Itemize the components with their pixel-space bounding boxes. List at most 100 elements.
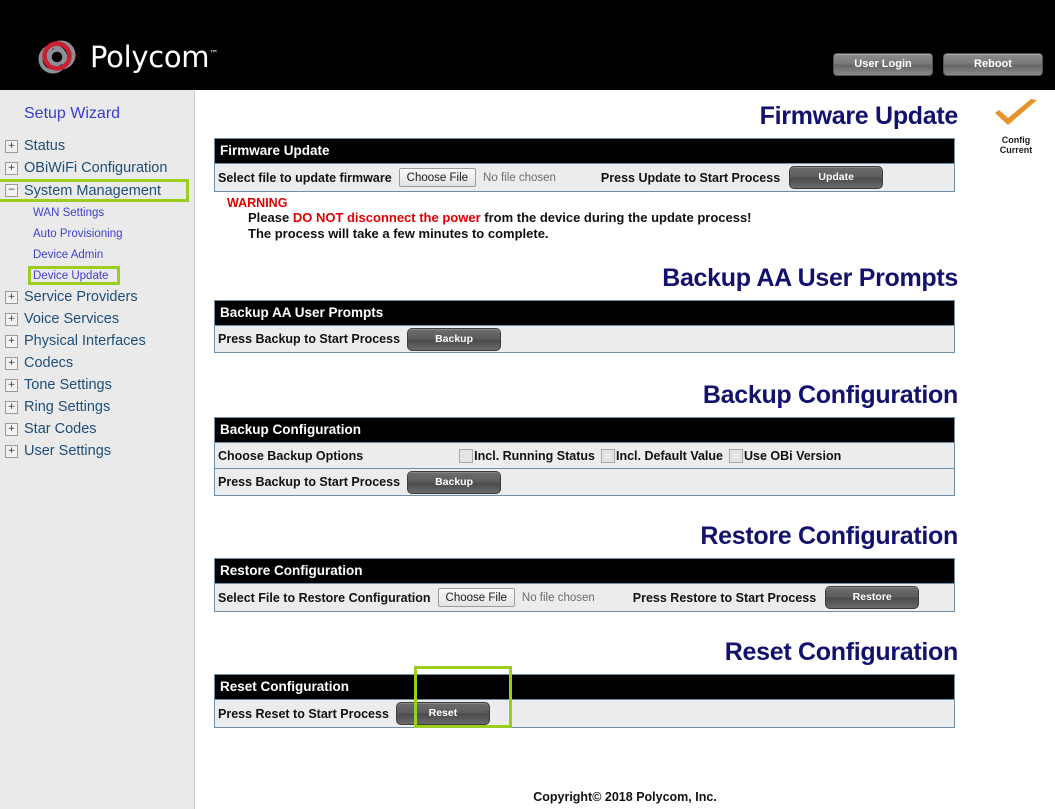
choose-file-button[interactable]: Choose File xyxy=(398,168,477,187)
press-backup-label: Press Backup to Start Process xyxy=(218,475,401,489)
reset-config-panel: Reset Configuration Press Reset to Start… xyxy=(214,666,955,728)
expand-plus-icon[interactable]: + xyxy=(5,400,18,414)
sidebar-item-physical-interfaces[interactable]: + Physical Interfaces xyxy=(0,330,194,352)
press-update-label: Press Update to Start Process xyxy=(600,170,781,185)
checkbox-use-obi-version[interactable] xyxy=(728,448,743,463)
firmware-update-panel: Firmware Update Select file to update fi… xyxy=(214,138,955,192)
section-title-reset-config: Reset Configuration xyxy=(724,638,959,666)
warning-text-emphasis: DO NOT disconnect the power xyxy=(292,210,481,225)
sidebar-item-label[interactable]: Voice Services xyxy=(24,311,119,327)
sidebar-item-wan-settings[interactable]: WAN Settings xyxy=(0,202,194,223)
brand-name: Polycom™ xyxy=(90,40,218,74)
sidebar-item-label[interactable]: User Settings xyxy=(24,443,111,459)
file-name-text: No file chosen xyxy=(521,591,595,604)
restore-file-input[interactable]: Choose File No file chosen xyxy=(437,588,595,607)
checkbox-label: Incl. Running Status xyxy=(474,448,595,463)
expand-plus-icon[interactable]: + xyxy=(5,378,18,392)
sidebar-subitem-label[interactable]: Auto Provisioning xyxy=(33,228,123,240)
sidebar-item-ring-settings[interactable]: + Ring Settings xyxy=(0,396,194,418)
sidebar-item-label[interactable]: Star Codes xyxy=(24,421,97,437)
select-file-label: Select File to Restore Configuration xyxy=(218,590,431,605)
panel-header: Reset Configuration xyxy=(215,675,954,699)
option-incl-default-value[interactable]: Incl. Default Value xyxy=(595,448,723,463)
firmware-file-input[interactable]: Choose File No file chosen xyxy=(398,168,556,187)
firmware-warning: WARNING Please DO NOT disconnect the pow… xyxy=(214,196,1055,242)
page-header: Polycom™ User Login Reboot xyxy=(0,0,1055,90)
update-button[interactable]: Update xyxy=(789,166,884,189)
sidebar-item-obiwifi-configuration[interactable]: + OBiWiFi Configuration xyxy=(0,157,194,179)
panel-header: Backup AA User Prompts xyxy=(215,301,954,325)
sidebar-item-label[interactable]: Service Providers xyxy=(24,289,138,305)
expand-plus-icon[interactable]: + xyxy=(5,290,18,304)
sidebar-nav: + Status + OBiWiFi Configuration − Syste… xyxy=(0,135,194,462)
sidebar-item-label[interactable]: Tone Settings xyxy=(24,377,112,393)
footer-copyright: Copyright© 2018 Polycom, Inc. xyxy=(533,790,717,804)
sidebar-item-label[interactable]: Ring Settings xyxy=(24,399,110,415)
expand-plus-icon[interactable]: + xyxy=(5,139,18,153)
sidebar-item-label[interactable]: OBiWiFi Configuration xyxy=(24,160,167,176)
expand-plus-icon[interactable]: + xyxy=(5,161,18,175)
sidebar-item-label[interactable]: Codecs xyxy=(24,355,73,371)
backup-config-panel: Backup Configuration Choose Backup Optio… xyxy=(214,417,955,496)
checkbox-incl-default-value[interactable] xyxy=(601,448,615,463)
reboot-button[interactable]: Reboot xyxy=(943,53,1043,76)
sidebar-item-auto-provisioning[interactable]: Auto Provisioning xyxy=(0,223,194,244)
sidebar-item-system-management[interactable]: − System Management xyxy=(0,179,194,202)
backup-config-button[interactable]: Backup xyxy=(407,470,502,494)
firmware-file-row: Select file to update firmware Choose Fi… xyxy=(215,163,954,191)
backup-options-group: Incl. Running Status Incl. Default Value… xyxy=(453,448,841,463)
page-title: Firmware Update xyxy=(759,102,959,130)
panel-header: Backup Configuration xyxy=(215,418,954,442)
option-use-obi-version[interactable]: Use OBi Version xyxy=(723,448,841,463)
expand-plus-icon[interactable]: + xyxy=(5,422,18,436)
sidebar-item-setup-wizard[interactable]: Setup Wizard xyxy=(24,105,120,123)
header-buttons: User Login Reboot xyxy=(833,53,1043,76)
sidebar-item-user-settings[interactable]: + User Settings xyxy=(0,440,194,462)
section-title-restore-config: Restore Configuration xyxy=(700,522,958,550)
sidebar-item-device-update[interactable]: Device Update xyxy=(0,265,194,286)
sidebar-item-device-admin[interactable]: Device Admin xyxy=(0,244,194,265)
backup-config-row: Press Backup to Start Process Backup xyxy=(215,468,954,495)
option-incl-running-status[interactable]: Incl. Running Status xyxy=(453,448,595,463)
sidebar-item-tone-settings[interactable]: + Tone Settings xyxy=(0,374,194,396)
warning-line-1: Please DO NOT disconnect the power from … xyxy=(214,210,1055,226)
section-backup-aa-user-prompts: Backup AA User Prompts Backup AA User Pr… xyxy=(195,242,1055,353)
expand-plus-icon[interactable]: + xyxy=(5,444,18,458)
warning-line-2: The process will take a few minutes to c… xyxy=(248,226,549,241)
sidebar-item-codecs[interactable]: + Codecs xyxy=(0,352,194,374)
trademark-symbol: ™ xyxy=(209,49,218,60)
backup-aa-row: Press Backup to Start Process Backup xyxy=(215,325,954,352)
restore-button[interactable]: Restore xyxy=(825,586,920,609)
backup-aa-panel: Backup AA User Prompts Press Backup to S… xyxy=(214,300,955,353)
backup-aa-button[interactable]: Backup xyxy=(407,327,502,351)
press-restore-label: Press Restore to Start Process xyxy=(632,590,817,605)
warning-text-c: from the device during the update proces… xyxy=(480,210,752,225)
backup-options-row: Choose Backup Options Incl. Running Stat… xyxy=(215,442,954,468)
sidebar-item-star-codes[interactable]: + Star Codes xyxy=(0,418,194,440)
sidebar-item-status[interactable]: + Status xyxy=(0,135,194,157)
section-title-backup-aa: Backup AA User Prompts xyxy=(662,264,958,292)
section-title-backup-config: Backup Configuration xyxy=(702,381,958,409)
sidebar-item-voice-services[interactable]: + Voice Services xyxy=(0,308,194,330)
section-backup-configuration: Backup Configuration Backup Configuratio… xyxy=(195,353,1055,496)
restore-file-row: Select File to Restore Configuration Cho… xyxy=(215,583,954,611)
checkbox-incl-running-status[interactable] xyxy=(459,448,474,463)
reset-config-row: Press Reset to Start Process Reset xyxy=(215,699,954,727)
sidebar-item-label[interactable]: Physical Interfaces xyxy=(24,333,146,349)
reset-button[interactable]: Reset xyxy=(395,702,490,725)
checkbox-label: Incl. Default Value xyxy=(616,448,723,463)
expand-plus-icon[interactable]: + xyxy=(5,334,18,348)
sidebar-item-service-providers[interactable]: + Service Providers xyxy=(0,286,194,308)
expand-plus-icon[interactable]: + xyxy=(5,312,18,326)
sidebar-subitem-label[interactable]: WAN Settings xyxy=(33,207,104,219)
sidebar-subitem-label[interactable]: Device Update xyxy=(33,270,108,282)
user-login-button[interactable]: User Login xyxy=(833,53,933,76)
expand-plus-icon[interactable]: + xyxy=(5,356,18,370)
sidebar-item-label[interactable]: Status xyxy=(24,138,65,154)
sidebar-subitem-label[interactable]: Device Admin xyxy=(33,249,103,261)
section-restore-configuration: Restore Configuration Restore Configurat… xyxy=(195,496,1055,612)
warning-title: WARNING xyxy=(227,196,288,210)
sidebar-item-label[interactable]: System Management xyxy=(24,183,161,199)
choose-file-button[interactable]: Choose File xyxy=(437,588,515,607)
collapse-minus-icon[interactable]: − xyxy=(5,184,18,197)
